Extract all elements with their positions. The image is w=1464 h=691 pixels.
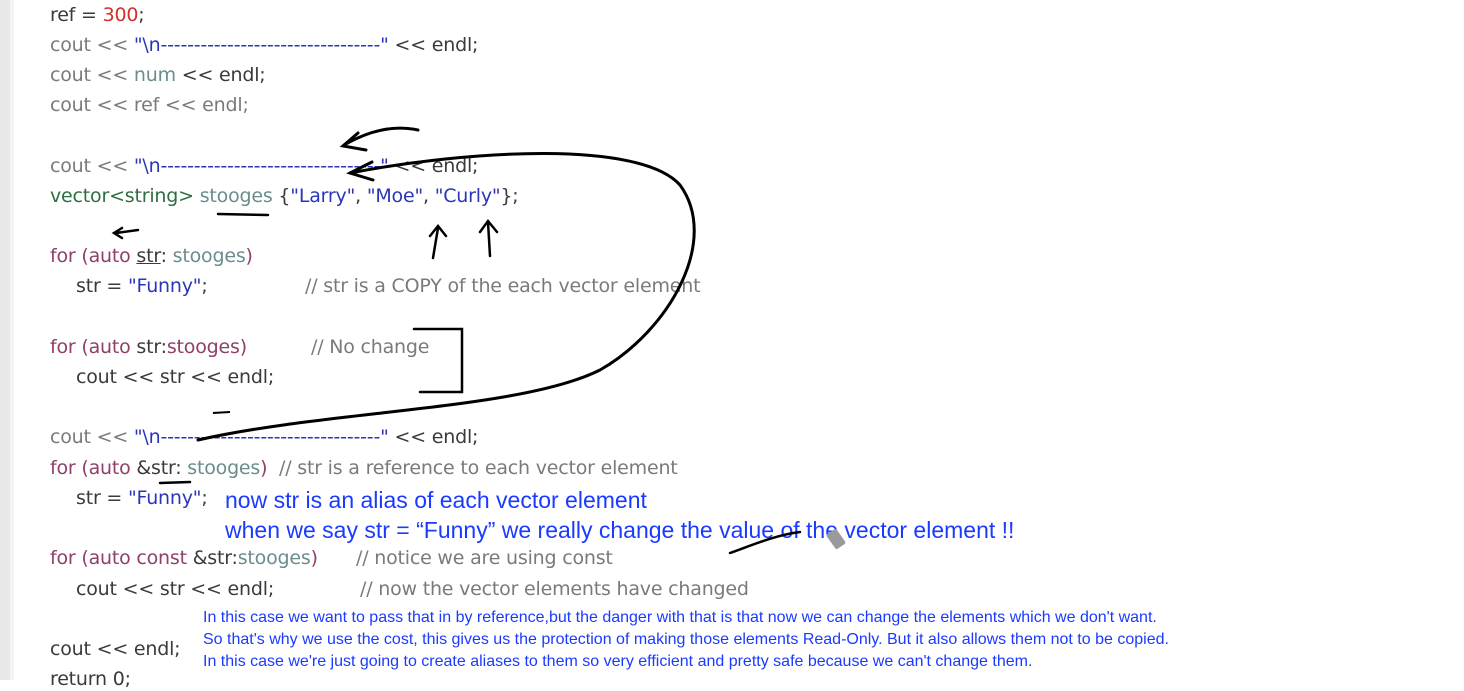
code-token: "\n---------------------------------" <box>133 426 389 448</box>
code-token: return 0; <box>50 668 131 690</box>
code-token: stooges <box>237 547 311 569</box>
code-token: str = <box>76 275 128 297</box>
ink-dash-1 <box>212 411 231 414</box>
code-comment: // notice we are using const <box>356 546 613 570</box>
code-line-6: vector<string> stooges {"Larry", "Moe", … <box>50 184 519 208</box>
code-token: ; <box>201 275 208 297</box>
code-line-14: for (auto const &str:stooges) <box>50 546 318 570</box>
ink-arrow-up-2 <box>478 218 499 258</box>
code-comment: // str is a COPY of the each vector elem… <box>305 274 701 298</box>
annotation-note-3: In this case we're just going to create … <box>203 653 1033 670</box>
annotation-note-1: In this case we want to pass that in by … <box>203 609 1157 626</box>
code-line-9: for (auto str:stooges) <box>50 335 247 359</box>
code-token: ) <box>310 547 318 569</box>
code-token: for (auto <box>50 245 137 267</box>
code-token: // now the vector elements have changed <box>360 578 749 600</box>
editor-gutter <box>0 0 10 680</box>
code-token: // notice we are using const <box>356 547 613 569</box>
code-token: ) <box>239 336 247 358</box>
code-token: stooges <box>166 336 240 358</box>
code-token: cout << ref << endl; <box>50 94 249 116</box>
ink-underline-amp <box>158 480 192 485</box>
code-token: num <box>133 64 176 86</box>
code-token: "\n---------------------------------" <box>133 34 389 56</box>
code-token: stooges <box>193 185 279 207</box>
code-token: for (auto <box>50 336 137 358</box>
code-line-16: cout << endl; <box>50 637 181 661</box>
code-token: ref = <box>50 4 103 26</box>
code-token: }; <box>500 185 519 207</box>
code-token: cout << <box>50 64 134 86</box>
code-line-10: cout << str << endl; <box>76 365 274 389</box>
code-line-5: cout << "\n-----------------------------… <box>50 154 478 178</box>
code-comment: // No change <box>311 335 429 359</box>
code-line-15: cout << str << endl; <box>76 577 274 601</box>
code-token: ; <box>201 487 208 509</box>
code-token: "Moe" <box>366 185 423 207</box>
code-token: "Funny" <box>127 275 202 297</box>
code-token: "Larry" <box>290 185 356 207</box>
ink-underline-stooges <box>216 212 270 217</box>
code-token: cout << str << endl; <box>76 578 275 600</box>
annotation-alias: now str is an alias of each vector eleme… <box>225 487 647 513</box>
code-token: // str is a COPY of the each vector elem… <box>305 275 701 297</box>
code-line-3: cout << num << endl; <box>50 63 266 87</box>
code-line-8: str = "Funny"; <box>76 274 208 298</box>
editor-gutter-edge <box>10 0 14 680</box>
code-token: << endl; <box>388 34 479 56</box>
code-token: , <box>423 185 435 207</box>
code-token: 300 <box>102 4 139 26</box>
code-token: for (auto <box>50 457 137 479</box>
code-token: : <box>160 245 173 267</box>
code-token: "\n---------------------------------" <box>133 155 389 177</box>
code-token: { <box>278 185 291 207</box>
code-token: stooges <box>181 457 261 479</box>
code-token: cout << <box>50 34 134 56</box>
code-line-12: for (auto &str: stooges) // str is a ref… <box>50 456 678 480</box>
code-token: vector<string> <box>50 185 194 207</box>
code-line-11: cout << "\n-----------------------------… <box>50 425 478 449</box>
code-token: str <box>136 245 161 267</box>
code-token: // str is a reference to each vector ele… <box>267 457 678 479</box>
code-token: << endl; <box>388 426 479 448</box>
ink-arrowhead-top <box>339 131 368 152</box>
code-line-2: cout << "\n-----------------------------… <box>50 33 478 57</box>
code-token: cout << endl; <box>50 638 181 660</box>
code-line-13: str = "Funny"; <box>76 486 208 510</box>
code-token: "Curly" <box>434 185 501 207</box>
code-token: &str: <box>136 457 182 479</box>
code-token: stooges <box>172 245 246 267</box>
code-line-7: for (auto str: stooges) <box>50 244 253 268</box>
code-token: for (auto const <box>50 547 193 569</box>
code-token: << endl; <box>388 155 479 177</box>
code-line-1: ref = 300; <box>50 3 145 27</box>
code-token: << endl; <box>175 64 266 86</box>
code-token: // No change <box>311 336 430 358</box>
code-token: &str: <box>192 547 238 569</box>
code-token: ; <box>138 4 145 26</box>
code-token: str: <box>136 336 167 358</box>
code-token: ) <box>245 245 253 267</box>
code-token: cout << str << endl; <box>76 366 275 388</box>
code-token: "Funny" <box>127 487 202 509</box>
code-token: str = <box>76 487 128 509</box>
code-token: , <box>355 185 367 207</box>
annotation-change-value: when we say str = “Funny” we really chan… <box>225 517 1015 543</box>
ink-arrow-top <box>342 126 420 147</box>
code-line-4: cout << ref << endl; <box>50 93 249 117</box>
ink-arrow-up-1 <box>428 223 448 260</box>
annotation-note-2: So that's why we use the cost, this give… <box>203 631 1169 648</box>
code-line-17: return 0; <box>50 667 131 691</box>
code-token: cout << <box>50 426 134 448</box>
code-comment: // now the vector elements have changed <box>360 577 749 601</box>
ink-arrow-left <box>111 226 140 240</box>
code-token: cout << <box>50 155 134 177</box>
